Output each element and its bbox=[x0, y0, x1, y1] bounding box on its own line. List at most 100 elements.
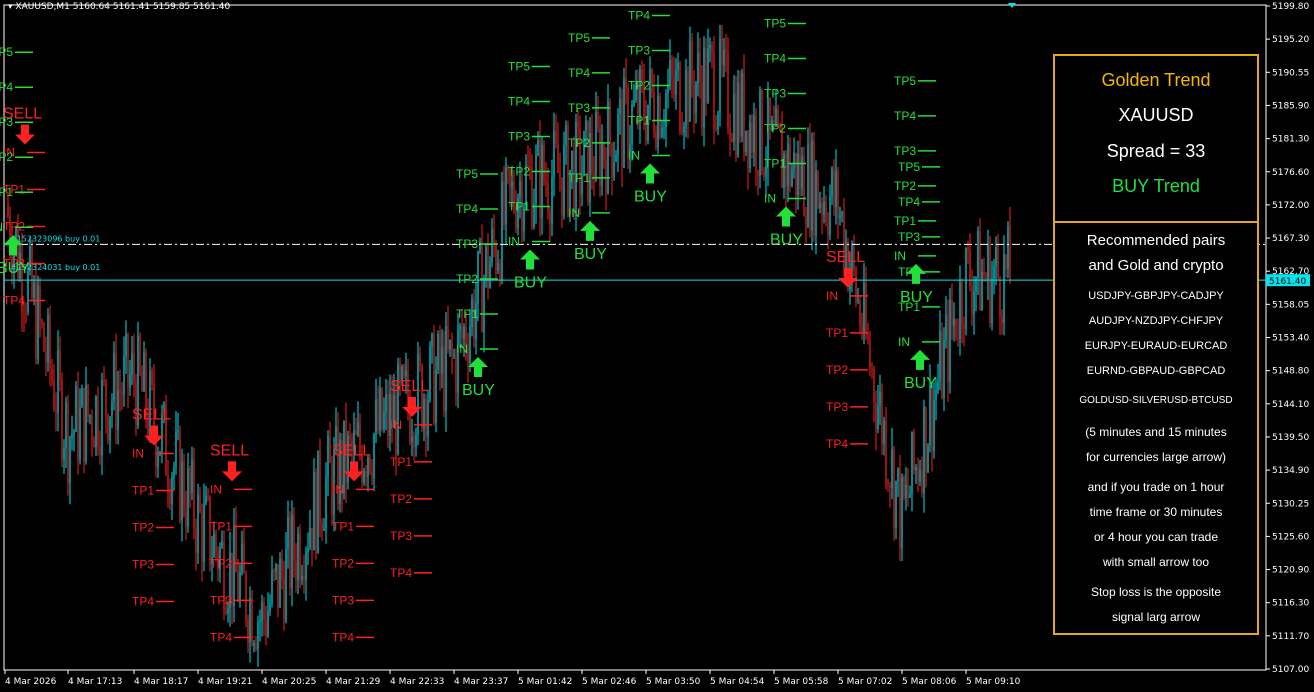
candle-body bbox=[859, 300, 861, 326]
candle-body bbox=[273, 570, 275, 572]
candle-body bbox=[881, 391, 883, 444]
candle-body bbox=[753, 115, 755, 153]
tp-level-label: TP5 bbox=[568, 31, 590, 45]
candle-body bbox=[565, 125, 567, 146]
time-label: 5 Mar 08:06 bbox=[902, 677, 957, 687]
tp-level-label: TP2 bbox=[332, 556, 354, 570]
sell-signal-label: SELL bbox=[390, 378, 429, 395]
candle-body bbox=[197, 495, 199, 553]
candle-body bbox=[249, 597, 251, 643]
candle-body bbox=[591, 133, 593, 174]
candle-body bbox=[871, 367, 873, 369]
candle-body bbox=[621, 99, 623, 168]
buy-signal-label: BUY bbox=[574, 246, 607, 263]
candle-body bbox=[175, 431, 177, 467]
candle-body bbox=[443, 346, 445, 412]
candle-body bbox=[717, 113, 719, 130]
candle-body bbox=[439, 333, 441, 374]
tp-level-label: TP5 bbox=[764, 17, 786, 31]
symbol-timeframe: XAUUSD,M1 bbox=[15, 2, 70, 12]
candle-body bbox=[727, 51, 729, 129]
time-label: 4 Mar 22:33 bbox=[390, 677, 444, 687]
candle-body bbox=[745, 130, 747, 152]
sell-arrow-icon bbox=[222, 461, 242, 482]
candle-body bbox=[801, 156, 803, 189]
candle-body bbox=[823, 201, 825, 215]
candle-body bbox=[103, 380, 105, 382]
candle-body bbox=[307, 548, 309, 552]
candle-body bbox=[423, 398, 425, 429]
candle-body bbox=[939, 331, 941, 382]
sell-signal-label: SELL bbox=[210, 442, 249, 459]
candle-body bbox=[809, 144, 811, 231]
candle-body bbox=[83, 388, 85, 462]
candle-body bbox=[129, 374, 131, 388]
candle-body bbox=[671, 60, 673, 78]
tp-level-label: TP1 bbox=[826, 326, 848, 340]
candle-body bbox=[53, 380, 55, 409]
sell-arrow-icon bbox=[144, 425, 164, 446]
candle-body bbox=[903, 477, 905, 498]
buy-arrow-icon bbox=[776, 206, 796, 227]
candle-body bbox=[261, 602, 263, 621]
tp-level-label: TP5 bbox=[508, 60, 530, 74]
candle-body bbox=[605, 159, 607, 194]
candle-body bbox=[917, 467, 919, 482]
tp-level-label: TP1 bbox=[332, 519, 354, 533]
candle-body bbox=[437, 333, 439, 371]
tp-level-label: TP5 bbox=[0, 45, 13, 59]
candle-body bbox=[291, 515, 293, 588]
candle-body bbox=[841, 212, 843, 215]
candle-body bbox=[205, 495, 207, 504]
sell-signal-label: SELL bbox=[826, 249, 865, 266]
candle-body bbox=[789, 144, 791, 186]
candle-body bbox=[623, 77, 625, 168]
candle-body bbox=[271, 570, 273, 604]
candle-body bbox=[215, 533, 217, 552]
candle-body bbox=[327, 436, 329, 478]
candle-body bbox=[227, 607, 229, 614]
candle-body bbox=[131, 352, 133, 375]
tp-level-label: IN bbox=[132, 447, 144, 461]
tp-level-label: IN bbox=[210, 482, 222, 496]
candle-body bbox=[955, 318, 957, 338]
tp-level-label: TP4 bbox=[210, 630, 232, 644]
candle-body bbox=[455, 354, 457, 393]
candle-body bbox=[557, 143, 559, 173]
candle-body bbox=[497, 263, 499, 271]
candle-body bbox=[71, 434, 73, 438]
collapse-triangle-icon[interactable]: ▾ bbox=[8, 2, 13, 12]
candle-body bbox=[585, 120, 587, 132]
candle-body bbox=[503, 181, 505, 225]
candle-body bbox=[101, 380, 103, 456]
candle-body bbox=[283, 577, 285, 622]
buy-signal-label: BUY bbox=[462, 382, 495, 399]
candle-body bbox=[203, 503, 205, 562]
candle-body bbox=[689, 40, 691, 122]
candle-body bbox=[421, 365, 423, 429]
candle-body bbox=[755, 115, 757, 171]
tp-level-label: TP4 bbox=[3, 294, 25, 308]
candle-body bbox=[325, 477, 327, 529]
candle-body bbox=[143, 352, 145, 392]
candle-body bbox=[617, 114, 619, 155]
candle-body bbox=[555, 131, 557, 144]
panel-trend: BUY Trend bbox=[1112, 176, 1200, 196]
candle-body bbox=[669, 60, 671, 86]
candle-body bbox=[743, 72, 745, 152]
panel-heading-1: Recommended pairs bbox=[1086, 232, 1226, 249]
candle-body bbox=[367, 457, 369, 477]
tp-level-label: TP3 bbox=[332, 593, 354, 607]
candle-body bbox=[373, 434, 375, 478]
candle-body bbox=[831, 168, 833, 198]
candle-body bbox=[317, 450, 319, 554]
candle-body bbox=[169, 489, 171, 505]
tp-level-label: TP1 bbox=[894, 214, 916, 228]
candle-body bbox=[961, 282, 963, 327]
candle-body bbox=[1007, 225, 1009, 270]
candle-body bbox=[619, 99, 621, 115]
tp-level-label: TP2 bbox=[826, 363, 848, 377]
candle-body bbox=[969, 250, 971, 287]
buy-arrow-icon bbox=[468, 357, 488, 378]
candle-body bbox=[887, 481, 889, 485]
